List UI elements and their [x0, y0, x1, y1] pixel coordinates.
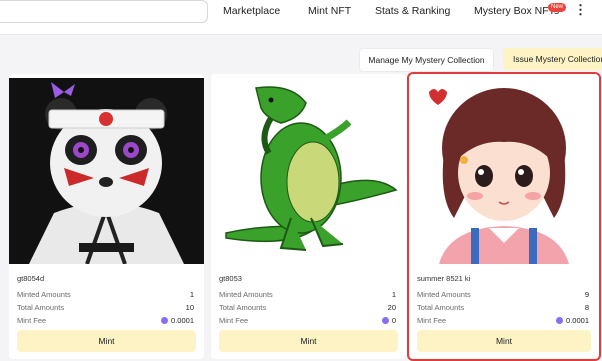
- minted-label: Minted Amounts: [219, 290, 273, 299]
- total-value: 20: [387, 303, 396, 312]
- fee-row: Mint Fee 0.0001: [17, 316, 194, 325]
- minted-value: 9: [584, 290, 589, 299]
- fee-row: Mint Fee 0: [219, 316, 396, 325]
- mint-button[interactable]: Mint: [219, 330, 398, 352]
- card-title: gt8054d: [17, 274, 45, 283]
- issue-collection-button[interactable]: Issue Mystery Collection: [503, 48, 602, 70]
- total-value: 10: [185, 303, 194, 312]
- fee-label: Mint Fee: [219, 316, 249, 325]
- nft-card-selected[interactable]: summer 8521 ki Minted Amounts 9 Total Am…: [407, 72, 601, 361]
- fee-value-wrap: 0.0001: [161, 316, 194, 325]
- coin-icon: [381, 317, 389, 324]
- fee-value: 0.0001: [566, 316, 589, 325]
- nft-card[interactable]: gt8054d Minted Amounts 1 Total Amounts 1…: [9, 74, 204, 359]
- mint-button[interactable]: Mint: [417, 330, 591, 352]
- fee-label: Mint Fee: [17, 316, 47, 325]
- minted-label: Minted Amounts: [17, 290, 71, 299]
- fee-value: 0: [391, 316, 396, 325]
- panda-kimono-icon: [9, 78, 204, 265]
- minted-value: 1: [391, 290, 396, 299]
- nav-stats-ranking[interactable]: Stats & Ranking: [375, 5, 450, 17]
- nft-card[interactable]: gt8053 Minted Amounts 1 Total Amounts 20…: [211, 74, 406, 359]
- minted-row: Minted Amounts 9: [417, 290, 589, 299]
- fee-row: Mint Fee 0.0001: [417, 316, 589, 325]
- coin-icon: [556, 317, 564, 324]
- green-dinosaur-icon: [211, 78, 406, 264]
- total-row: Total Amounts 20: [219, 303, 396, 312]
- fee-label: Mint Fee: [417, 316, 447, 325]
- total-value: 8: [584, 303, 589, 312]
- coin-icon: [161, 317, 169, 324]
- minted-label: Minted Amounts: [417, 290, 471, 299]
- minted-value: 1: [189, 290, 194, 299]
- minted-row: Minted Amounts 1: [219, 290, 396, 299]
- top-nav-bar: Marketplace Mint NFT Stats & Ranking Mys…: [0, 0, 602, 35]
- mint-button[interactable]: Mint: [17, 330, 196, 352]
- card-title: gt8053: [219, 274, 242, 283]
- nav-mystery-box[interactable]: Mystery Box NFTs: [474, 5, 559, 17]
- girl-portrait-icon: [409, 78, 599, 264]
- card-title: summer 8521 ki: [417, 274, 471, 283]
- fee-value: 0.0001: [171, 316, 194, 325]
- nav-mint-nft[interactable]: Mint NFT: [308, 5, 351, 17]
- manage-collection-button[interactable]: Manage My Mystery Collection: [359, 48, 494, 72]
- search-input[interactable]: [0, 0, 208, 23]
- total-label: Total Amounts: [417, 303, 465, 312]
- new-badge: New: [548, 3, 567, 12]
- total-row: Total Amounts 10: [17, 303, 194, 312]
- fee-value-wrap: 0: [381, 316, 396, 325]
- total-label: Total Amounts: [17, 303, 65, 312]
- minted-row: Minted Amounts 1: [17, 290, 194, 299]
- total-row: Total Amounts 8: [417, 303, 589, 312]
- nav-marketplace[interactable]: Marketplace: [223, 5, 280, 17]
- total-label: Total Amounts: [219, 303, 267, 312]
- fee-value-wrap: 0.0001: [556, 316, 589, 325]
- more-menu-icon[interactable]: ⋮: [574, 2, 587, 18]
